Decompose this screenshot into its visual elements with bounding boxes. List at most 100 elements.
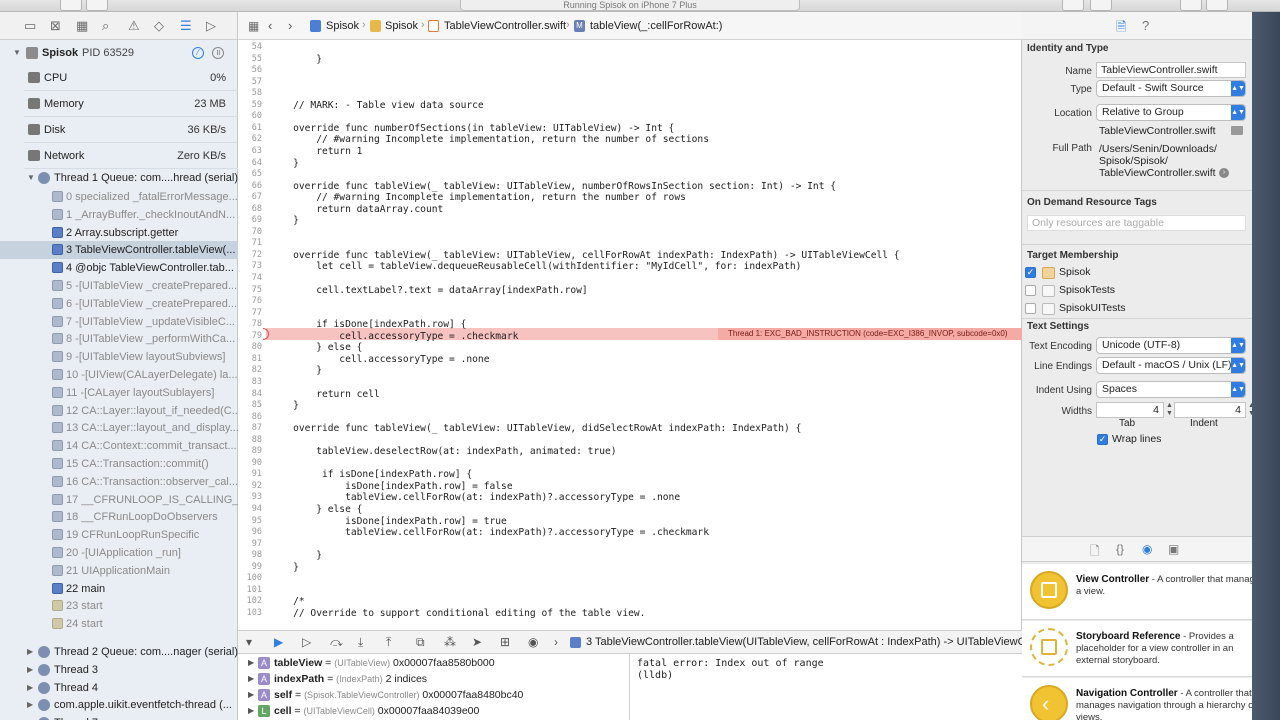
code-line[interactable]: } <box>270 400 299 411</box>
variable-row[interactable]: ▶ Aself = (Spisok.TableViewController) 0x… <box>238 687 630 703</box>
code-line[interactable]: cell.textLabel?.text = dataArray[indexPa… <box>270 285 587 296</box>
view-debugger-icon[interactable]: ⧉ <box>416 635 425 650</box>
gauge-row[interactable]: Network Zero KB/s <box>0 147 238 165</box>
code-line[interactable]: } <box>270 365 322 376</box>
media-library-icon[interactable]: ▣ <box>1168 542 1179 556</box>
toggle-debug-area-button[interactable] <box>1206 0 1228 11</box>
disclosure-icon[interactable]: ▶ <box>27 714 33 720</box>
code-line[interactable]: } <box>270 215 299 226</box>
gauge-row[interactable]: Disk 36 KB/s <box>0 121 238 139</box>
code-line[interactable]: isDone[indexPath.row] = false <box>270 481 513 492</box>
code-line[interactable]: override func tableView(_ tableView: UIT… <box>270 181 836 192</box>
code-line[interactable]: if isDone[indexPath.row] { <box>270 469 472 480</box>
thread-row[interactable]: ▶ Thread 4 <box>0 679 238 697</box>
disclosure-icon[interactable]: ▶ <box>248 687 254 703</box>
back-arrow-icon[interactable]: ‹ <box>268 18 272 33</box>
gauge-row[interactable]: CPU 0% <box>0 69 238 87</box>
stack-frame-row[interactable]: 10 -[UIView(CALayerDelegate) la... <box>0 366 238 384</box>
disclosure-icon[interactable]: ▼ <box>27 169 35 187</box>
step-over-icon[interactable]: ⤼ <box>330 635 343 650</box>
run-button[interactable] <box>60 0 82 11</box>
code-line[interactable]: } else { <box>270 504 362 515</box>
folder-icon[interactable] <box>1231 126 1243 135</box>
stack-frame-row[interactable]: 4 @objc TableViewController.tab... <box>0 259 238 277</box>
code-line[interactable]: override func numberOfSections(in tableV… <box>270 123 674 134</box>
code-view[interactable]: Thread 1: EXC_BAD_INSTRUCTION (code=EXC_… <box>238 40 1022 630</box>
stack-frame-row[interactable]: 16 CA::Transaction::observer_cal... <box>0 473 238 491</box>
disclosure-icon[interactable]: ▶ <box>248 703 254 719</box>
code-line[interactable]: override func tableView(_ tableView: UIT… <box>270 250 899 261</box>
stack-frame-row[interactable]: 14 CA::Context::commit_transact... <box>0 437 238 455</box>
variable-row[interactable]: ▶ AtableView = (UITableView) 0x00007faa85… <box>238 655 630 671</box>
issue-icon[interactable]: ⚠ <box>128 18 140 34</box>
breakpoints-toggle-icon[interactable]: ▶ <box>274 635 283 649</box>
file-template-icon[interactable]: 🗋 <box>1090 542 1100 563</box>
stack-frame-row[interactable]: 18 __CFRunLoopDoObservers <box>0 508 238 526</box>
standard-editor-button[interactable] <box>1062 0 1084 11</box>
step-out-icon[interactable]: ⤒ <box>386 635 391 650</box>
stack-frame-row[interactable]: 13 CA::Layer::layout_and_display... <box>0 419 238 437</box>
code-line[interactable]: } <box>270 550 322 561</box>
code-line[interactable]: let cell = tableView.dequeueReusableCell… <box>270 261 801 272</box>
odr-tags-field[interactable]: Only resources are taggable <box>1027 215 1246 231</box>
process-row[interactable]: ▼ Spisok PID 63529 ⁄ ॥ <box>0 44 238 62</box>
stop-button[interactable] <box>86 0 108 11</box>
console-output[interactable]: fatal error: Index out of range (lldb) <box>631 654 1022 720</box>
code-line[interactable]: return dataArray.count <box>270 204 443 215</box>
crumb-project[interactable]: Spisok <box>326 20 359 32</box>
stack-frame-row[interactable]: 23 start <box>0 597 238 615</box>
folder-icon[interactable]: ▭ <box>24 18 36 34</box>
disclosure-icon[interactable]: ▶ <box>27 643 33 661</box>
code-line[interactable]: tableView.deselectRow(at: indexPath, ani… <box>270 446 616 457</box>
stack-frame-row[interactable]: 21 UIApplicationMain <box>0 562 238 580</box>
source-control-icon[interactable]: ⊠ <box>50 18 61 34</box>
forward-arrow-icon[interactable]: › <box>288 18 292 33</box>
stack-frame-row[interactable]: 9 -[UITableView layoutSubviews] <box>0 348 238 366</box>
code-snippet-icon[interactable]: {} <box>1116 542 1124 556</box>
code-line[interactable]: /* <box>270 596 305 607</box>
library-item[interactable]: View Controller - A controller that mana… <box>1022 564 1274 620</box>
breakpoint-icon[interactable]: ▷ <box>206 18 216 34</box>
crumb-method[interactable]: tableView(_:cellForRowAt:) <box>590 20 722 32</box>
search-icon[interactable]: ⌕ <box>102 18 109 34</box>
thread-icon[interactable]: ◉ <box>528 635 538 649</box>
wrap-lines-checkbox[interactable]: ✓ <box>1097 434 1108 445</box>
crumb-file[interactable]: TableViewController.swift <box>444 20 566 32</box>
stack-frame-row[interactable]: 17 __CFRUNLOOP_IS_CALLING_O... <box>0 491 238 509</box>
reveal-arrow-icon[interactable]: › <box>1219 168 1229 178</box>
symbol-icon[interactable]: ▦ <box>76 18 88 34</box>
stack-frame-row[interactable]: 8 -[UITableView _performWithCa... <box>0 330 238 348</box>
target-checkbox[interactable] <box>1025 285 1036 296</box>
code-line[interactable]: // #warning Incomplete implementation, r… <box>270 134 709 145</box>
disclosure-icon[interactable]: ▶ <box>27 696 33 714</box>
help-icon[interactable]: ? <box>1142 18 1149 33</box>
code-line[interactable]: } <box>270 54 322 65</box>
variable-row[interactable]: ▶ AindexPath = (IndexPath) 2 indices <box>238 671 630 687</box>
object-library-icon[interactable]: ◉ <box>1142 542 1152 556</box>
stepper-icon[interactable]: ▲▼ <box>1166 402 1173 418</box>
line-endings-popup[interactable]: Default - macOS / Unix (LF) ▲▼ <box>1096 357 1246 374</box>
stack-frame-row[interactable]: 24 start <box>0 615 238 633</box>
assistant-editor-button[interactable] <box>1090 0 1112 11</box>
code-line[interactable]: return cell <box>270 389 380 400</box>
thread-row[interactable]: ▶ Thread 3 <box>0 661 238 679</box>
selected-frame[interactable]: 3 TableViewController.tableView(UITableV… <box>586 636 1037 648</box>
stack-frame-row[interactable]: 19 CFRunLoopRunSpecific <box>0 526 238 544</box>
pause-icon[interactable]: ॥ <box>212 47 224 59</box>
stack-frame-row[interactable]: 15 CA::Transaction::commit() <box>0 455 238 473</box>
code-line[interactable]: // #warning Incomplete implementation, r… <box>270 192 686 203</box>
thread-row[interactable]: ▶ Thread 7 <box>0 714 238 720</box>
debug-icon[interactable]: ☰ <box>180 18 192 34</box>
thread-row[interactable]: ▼ Thread 1 Queue: com....hread (serial) <box>0 169 238 187</box>
code-line[interactable]: return 1 <box>270 146 362 157</box>
stack-frame-row[interactable]: 2 Array.subscript.getter <box>0 224 238 242</box>
code-line[interactable]: cell.accessoryType = .checkmark <box>270 331 518 342</box>
code-line[interactable]: // Override to support conditional editi… <box>270 608 645 619</box>
library-item[interactable]: Storyboard Reference - Provides a placeh… <box>1022 621 1274 677</box>
code-line[interactable]: } <box>270 562 299 573</box>
thread-row[interactable]: ▶ Thread 2 Queue: com....nager (serial) <box>0 643 238 661</box>
stack-frame-row[interactable]: 11 -[CALayer layoutSublayers] <box>0 384 238 402</box>
memory-graph-icon[interactable]: ⁂ <box>444 635 456 649</box>
error-annotation[interactable]: Thread 1: EXC_BAD_INSTRUCTION (code=EXC_… <box>718 328 1022 340</box>
code-line[interactable]: override func tableView(_ tableView: UIT… <box>270 423 801 434</box>
